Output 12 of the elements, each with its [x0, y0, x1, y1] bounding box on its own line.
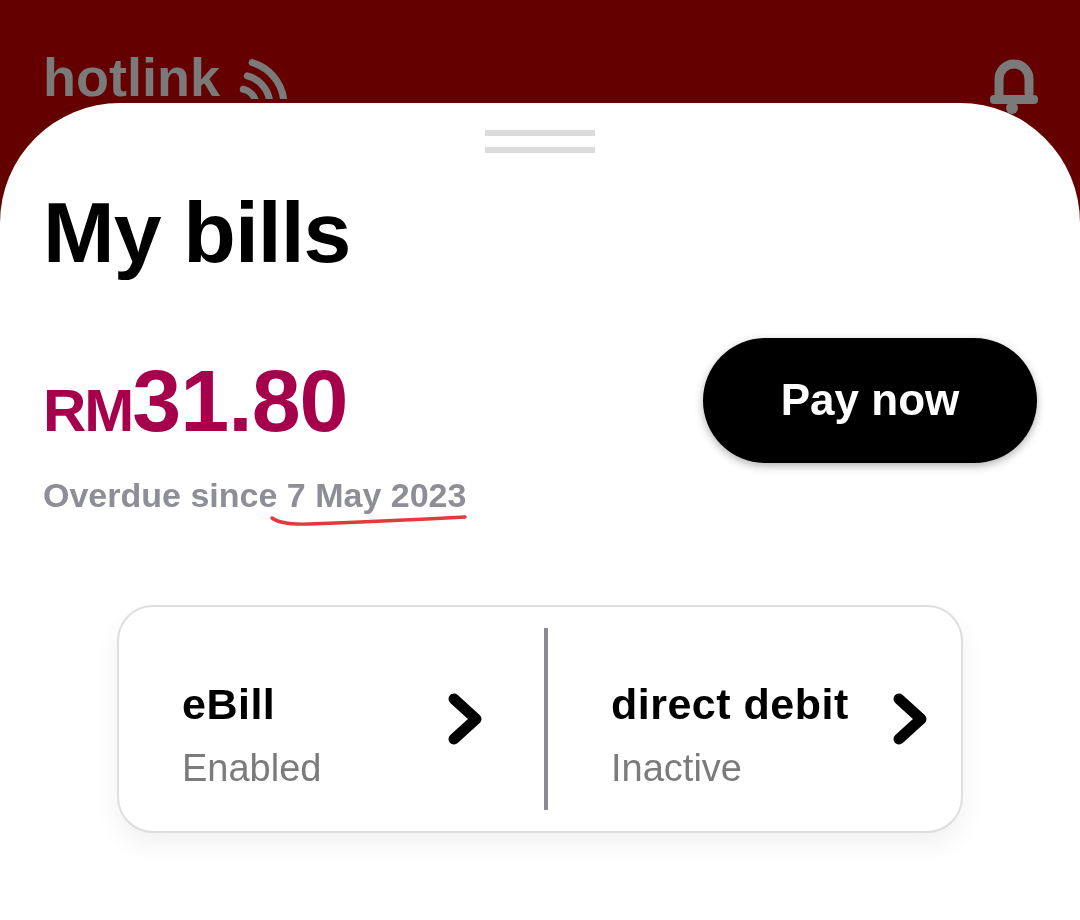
pay-now-button[interactable]: Pay now: [703, 337, 1037, 463]
overdue-text: Overdue since 7 May 2023: [43, 474, 467, 516]
currency-label: RM: [43, 380, 133, 441]
page-title: My bills: [43, 183, 351, 282]
bell-icon[interactable]: [990, 59, 1038, 115]
chevron-right-icon: [891, 692, 928, 745]
drag-handle-icon[interactable]: [485, 130, 595, 153]
amount-value: 31.80: [132, 356, 348, 445]
logo-text: hotlink: [43, 55, 220, 101]
bill-option[interactable]: direct debit Inactive: [548, 606, 961, 831]
bill-option[interactable]: eBill Enabled: [119, 606, 544, 831]
chevron-right-icon: [447, 692, 483, 745]
